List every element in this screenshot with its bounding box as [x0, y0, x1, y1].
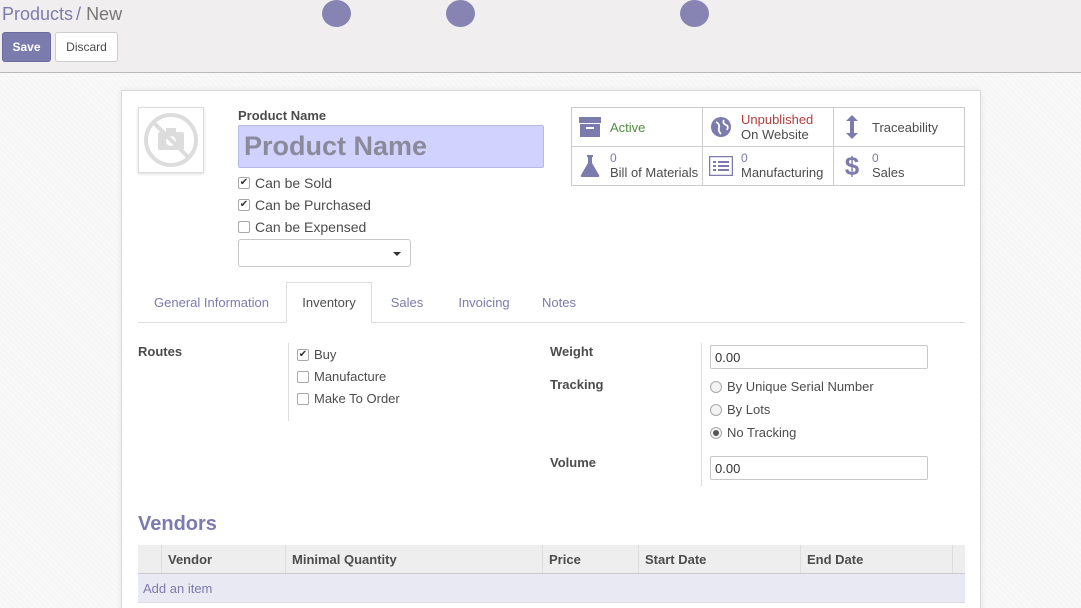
checkbox-box[interactable]: ✔ — [238, 177, 250, 189]
breadcrumb-separator: / — [76, 4, 82, 24]
website-publish-button[interactable]: Unpublished On Website — [703, 108, 834, 147]
no-camera-icon — [144, 113, 198, 167]
on-website-label: On Website — [741, 127, 809, 142]
tab-invoicing[interactable]: Invoicing — [442, 282, 526, 323]
tracking-serial-radio[interactable]: By Unique Serial Number — [710, 379, 874, 394]
add-an-item-link[interactable]: Add an item — [138, 574, 965, 603]
route-manufacture-checkbox[interactable]: Manufacture — [297, 369, 386, 384]
route-make-to-order-checkbox[interactable]: Make To Order — [297, 391, 400, 406]
checkbox-label: Can be Purchased — [255, 197, 371, 213]
column-header-minimal-quantity[interactable]: Minimal Quantity — [285, 545, 542, 573]
arrows-vertical-icon — [840, 115, 864, 139]
product-name-label: Product Name — [238, 108, 327, 123]
sales-button[interactable]: $ 0 Sales — [834, 147, 964, 185]
tab-general-information[interactable]: General Information — [138, 282, 285, 323]
list-icon — [709, 154, 733, 178]
discard-button[interactable]: Discard — [55, 32, 118, 62]
column-header-price[interactable]: Price — [542, 545, 638, 573]
manufacturing-button[interactable]: 0 Manufacturing — [703, 147, 834, 185]
save-button[interactable]: Save — [2, 32, 51, 62]
stat-buttons: Active Unpublished On Website Traceabili… — [571, 107, 965, 186]
unpublished-label: Unpublished — [741, 112, 814, 127]
manufacturing-label: Manufacturing — [741, 165, 824, 180]
bom-count: 0 — [610, 151, 617, 165]
routes-label: Routes — [138, 344, 183, 359]
loading-dot — [680, 0, 709, 27]
vendors-title: Vendors — [138, 513, 217, 535]
control-panel: Products / New Save Discard — [0, 0, 1081, 73]
vendors-table: Vendor Minimal Quantity Price Start Date… — [138, 545, 965, 603]
product-name-input[interactable] — [238, 125, 544, 168]
tracking-none-radio[interactable]: No Tracking — [710, 425, 796, 440]
archive-icon — [578, 115, 602, 139]
volume-label: Volume — [550, 455, 596, 470]
vendors-table-header: Vendor Minimal Quantity Price Start Date… — [138, 545, 965, 574]
sales-label: Sales — [872, 165, 905, 180]
chevron-down-icon — [393, 252, 401, 256]
checkbox-label: Can be Sold — [255, 175, 333, 191]
checkbox-box[interactable]: ✔ — [297, 348, 309, 361]
route-label: Make To Order — [314, 391, 400, 406]
dollar-icon: $ — [844, 150, 860, 181]
bom-label: Bill of Materials — [610, 165, 699, 180]
checkbox-box[interactable] — [297, 370, 309, 383]
radio-label: By Lots — [727, 402, 771, 417]
product-image[interactable] — [138, 107, 204, 173]
loading-dot — [446, 0, 475, 27]
divider — [701, 343, 702, 486]
handle-column-header — [138, 545, 161, 573]
checkbox-label: Can be Expensed — [255, 219, 367, 235]
radio-label: No Tracking — [727, 425, 797, 440]
tracking-lots-radio[interactable]: By Lots — [710, 402, 770, 417]
trash-column-header — [952, 545, 965, 573]
flask-icon — [578, 154, 602, 178]
column-header-end-date[interactable]: End Date — [800, 545, 952, 573]
route-label: Buy — [314, 347, 337, 362]
column-header-start-date[interactable]: Start Date — [638, 545, 800, 573]
traceability-label: Traceability — [872, 119, 938, 135]
sales-count: 0 — [872, 151, 879, 165]
loading-dot — [322, 0, 351, 27]
can-be-sold-checkbox[interactable]: ✔ Can be Sold — [238, 175, 332, 191]
checkbox-box[interactable] — [238, 221, 250, 233]
traceability-button[interactable]: Traceability — [834, 108, 964, 147]
bill-of-materials-button[interactable]: 0 Bill of Materials — [572, 147, 703, 185]
breadcrumb-products-link[interactable]: Products — [2, 4, 73, 24]
weight-label: Weight — [550, 344, 594, 359]
tab-notes[interactable]: Notes — [528, 282, 590, 323]
can-be-purchased-checkbox[interactable]: ✔ Can be Purchased — [238, 197, 371, 213]
radio-button[interactable] — [710, 426, 722, 439]
volume-input[interactable] — [710, 456, 928, 480]
weight-input[interactable] — [710, 345, 928, 369]
form-sheet: Product Name ✔ Can be Sold ✔ Can be Purc… — [121, 90, 981, 608]
checkbox-box[interactable] — [297, 392, 309, 405]
tracking-label: Tracking — [550, 377, 604, 392]
notebook-tabs: General Information Inventory Sales Invo… — [138, 282, 965, 323]
tab-sales[interactable]: Sales — [374, 282, 440, 323]
active-label: Active — [610, 119, 646, 135]
manufacturing-count: 0 — [741, 151, 748, 165]
column-header-vendor[interactable]: Vendor — [161, 545, 285, 573]
radio-button[interactable] — [710, 380, 722, 393]
tab-inventory[interactable]: Inventory — [286, 282, 372, 323]
divider — [288, 343, 289, 421]
checkbox-box[interactable]: ✔ — [238, 199, 250, 211]
breadcrumb: Products / New — [2, 4, 122, 25]
route-buy-checkbox[interactable]: ✔ Buy — [297, 347, 336, 362]
globe-icon — [709, 115, 733, 139]
radio-button[interactable] — [710, 403, 722, 416]
breadcrumb-current: New — [86, 4, 123, 24]
can-be-expensed-checkbox[interactable]: Can be Expensed — [238, 219, 366, 235]
radio-label: By Unique Serial Number — [727, 379, 874, 394]
route-label: Manufacture — [314, 369, 387, 384]
active-toggle-button[interactable]: Active — [572, 108, 703, 147]
category-select[interactable] — [238, 239, 411, 267]
